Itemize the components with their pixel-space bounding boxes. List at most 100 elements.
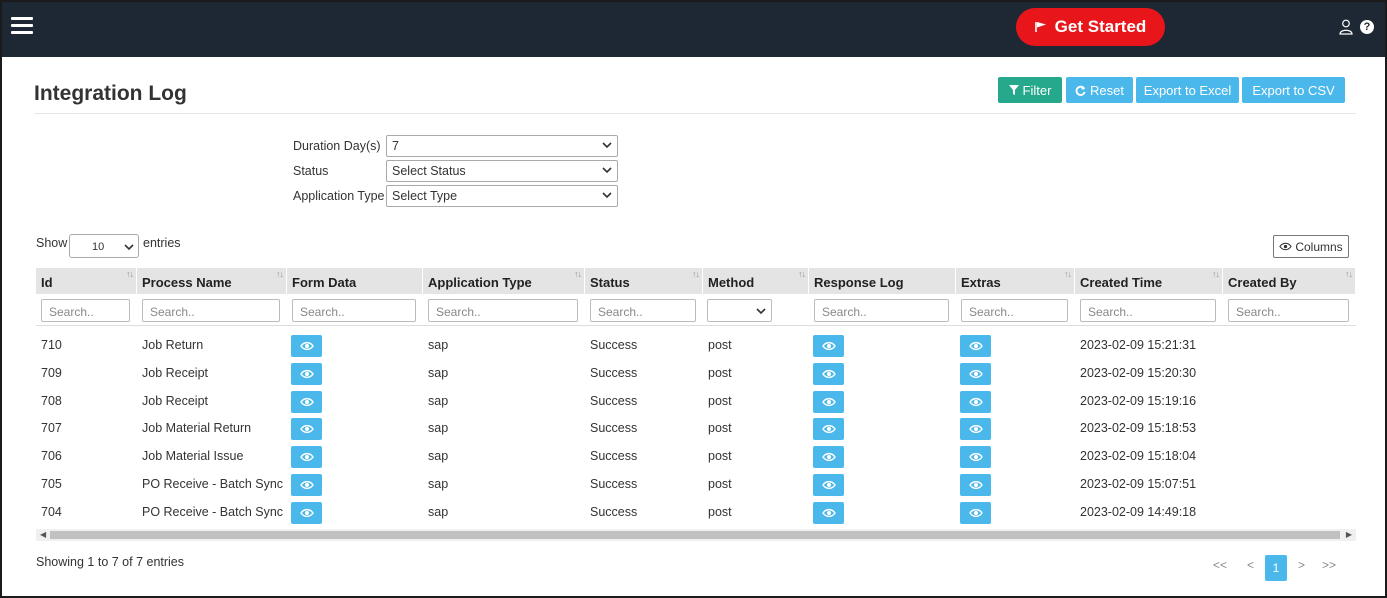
method-filter-select[interactable] xyxy=(707,299,772,322)
scroll-left-arrow[interactable]: ◀ xyxy=(40,529,46,541)
response-log-view-button[interactable] xyxy=(813,446,844,469)
column-header-label: Response Log xyxy=(814,275,904,290)
response-log-view-button[interactable] xyxy=(813,474,844,496)
response-log-view-button[interactable] xyxy=(813,390,844,413)
row-application-type: sap xyxy=(428,338,449,352)
column-header-response-log[interactable]: Response Log xyxy=(809,268,956,294)
sort-icon[interactable]: ↑↓ xyxy=(798,269,806,279)
last-page-button[interactable]: >> xyxy=(1322,558,1336,572)
sort-icon[interactable]: ↑↓ xyxy=(692,269,700,279)
response-log-view-button[interactable] xyxy=(813,501,844,524)
column-header-label: Extras xyxy=(961,275,1001,290)
row-id: 704 xyxy=(41,504,62,519)
top-navbar: Get Started ? xyxy=(2,2,1385,57)
column-header-created-by[interactable]: Created By ↑↓ xyxy=(1223,268,1356,294)
search-input-process-name[interactable]: Search.. xyxy=(142,299,280,322)
app-type-label: Application Type xyxy=(293,189,385,203)
columns-button[interactable]: Columns xyxy=(1273,235,1349,258)
form-data-view-button[interactable] xyxy=(291,335,322,357)
column-header-id[interactable]: Id ↑↓ xyxy=(36,268,137,294)
sort-icon[interactable]: ↑↓ xyxy=(1212,269,1220,279)
help-icon[interactable]: ? xyxy=(1360,20,1374,34)
search-input-id[interactable]: Search.. xyxy=(41,299,130,322)
sort-icon[interactable]: ↑↓ xyxy=(276,269,284,279)
entries-select[interactable]: 10 xyxy=(69,234,139,258)
get-started-button[interactable]: Get Started xyxy=(1016,8,1165,46)
search-input-created-by[interactable]: Search.. xyxy=(1228,299,1349,322)
form-data-view-button[interactable] xyxy=(291,501,322,524)
column-header-method[interactable]: Method ↑↓ xyxy=(703,268,809,294)
row-method: post xyxy=(708,338,732,352)
row-method: post xyxy=(708,393,732,408)
extras-view-button[interactable] xyxy=(960,446,991,469)
extras-view-button[interactable] xyxy=(960,362,991,385)
chevron-down-icon xyxy=(124,244,134,251)
row-application-type: sap xyxy=(428,504,449,519)
column-header-application-type[interactable]: Application Type ↑↓ xyxy=(423,268,585,294)
column-header-status[interactable]: Status ↑↓ xyxy=(585,268,703,294)
app-type-select[interactable]: Select Type xyxy=(386,185,618,207)
scrollbar-thumb[interactable] xyxy=(50,531,1340,539)
extras-view-button[interactable] xyxy=(960,390,991,413)
status-select[interactable]: Select Status xyxy=(386,160,618,182)
form-data-view-button[interactable] xyxy=(291,362,322,385)
form-data-view-button[interactable] xyxy=(291,390,322,413)
sort-icon[interactable]: ↑↓ xyxy=(574,269,582,279)
reset-label: Reset xyxy=(1090,82,1124,98)
response-log-view-button[interactable] xyxy=(813,335,844,357)
column-header-label: Status xyxy=(590,275,630,290)
column-header-extras[interactable]: Extras ↑↓ xyxy=(956,268,1075,294)
row-status: Success xyxy=(590,338,638,352)
search-input-application-type[interactable]: Search.. xyxy=(428,299,578,322)
first-page-button[interactable]: << xyxy=(1213,558,1227,572)
reset-button[interactable]: Reset xyxy=(1066,77,1133,103)
extras-view-button[interactable] xyxy=(960,418,991,441)
export-csv-button[interactable]: Export to CSV xyxy=(1242,77,1345,103)
sort-icon[interactable]: ↑↓ xyxy=(126,269,134,279)
eye-icon xyxy=(821,397,836,406)
row-process-name: Job Material Issue xyxy=(142,449,244,464)
duration-label: Duration Day(s) xyxy=(293,139,381,153)
row-id: 709 xyxy=(41,365,62,380)
column-header-created-time[interactable]: Created Time ↑↓ xyxy=(1075,268,1223,294)
column-header-process-name[interactable]: Process Name ↑↓ xyxy=(137,268,287,294)
eye-icon xyxy=(968,480,983,490)
chevron-down-icon xyxy=(756,308,766,315)
response-log-view-button[interactable] xyxy=(813,362,844,385)
user-icon[interactable] xyxy=(1339,19,1353,35)
row-status: Success xyxy=(590,393,638,408)
chevron-down-icon xyxy=(602,192,612,199)
sort-icon[interactable]: ↑↓ xyxy=(1345,269,1353,279)
search-input-extras[interactable]: Search.. xyxy=(961,299,1068,322)
row-created-time: 2023-02-09 15:07:51 xyxy=(1080,477,1197,491)
row-status: Success xyxy=(590,449,638,464)
prev-page-button[interactable]: < xyxy=(1247,558,1254,572)
export-csv-label: Export to CSV xyxy=(1252,82,1335,98)
form-data-view-button[interactable] xyxy=(291,474,322,496)
form-data-view-button[interactable] xyxy=(291,418,322,441)
search-input-response-log[interactable]: Search.. xyxy=(814,299,949,322)
row-application-type: sap xyxy=(428,421,449,436)
search-input-status[interactable]: Search.. xyxy=(590,299,696,322)
duration-select[interactable]: 7 xyxy=(386,135,618,157)
export-excel-button[interactable]: Export to Excel xyxy=(1136,77,1239,103)
extras-view-button[interactable] xyxy=(960,335,991,357)
filter-button[interactable]: Filter xyxy=(998,77,1062,103)
extras-view-button[interactable] xyxy=(960,474,991,496)
horizontal-scrollbar[interactable]: ◀ ▶ xyxy=(36,529,1356,541)
search-input-form-data[interactable]: Search.. xyxy=(292,299,416,322)
extras-view-button[interactable] xyxy=(960,501,991,524)
column-header-form-data[interactable]: Form Data xyxy=(287,268,423,294)
response-log-view-button[interactable] xyxy=(813,418,844,441)
eye-icon xyxy=(968,453,983,462)
table-row: 706 Job Material Issue sap Success post 2023-… xyxy=(36,445,1356,473)
form-data-view-button[interactable] xyxy=(291,446,322,469)
scroll-right-arrow[interactable]: ▶ xyxy=(1346,529,1352,541)
table-row: 708 Job Receipt sap Success post 2023-02-09 1… xyxy=(36,390,1356,418)
page-1-button[interactable]: 1 xyxy=(1265,555,1287,581)
filter-label: Filter xyxy=(1022,82,1052,98)
sort-icon[interactable]: ↑↓ xyxy=(1064,269,1072,279)
search-input-created-time[interactable]: Search.. xyxy=(1080,299,1216,322)
next-page-button[interactable]: > xyxy=(1298,558,1305,572)
hamburger-icon[interactable] xyxy=(11,17,33,37)
